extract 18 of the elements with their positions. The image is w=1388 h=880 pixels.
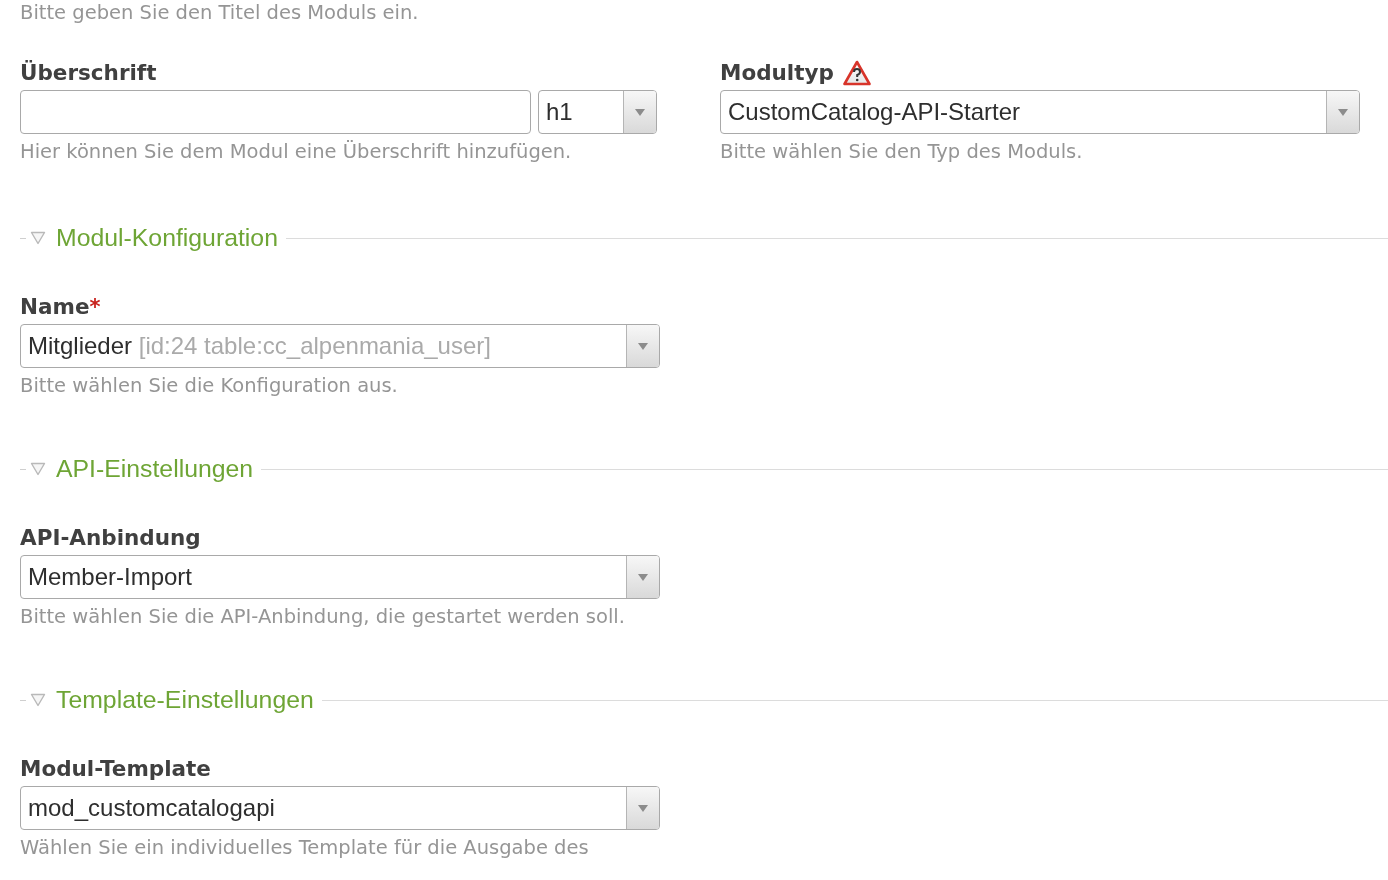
select-field[interactable]: Member-Import	[20, 555, 660, 599]
field-label: Modultyp	[720, 60, 834, 86]
text-input[interactable]	[20, 90, 531, 134]
field-label: Name	[20, 294, 90, 320]
field-label: API-Anbindung	[20, 525, 201, 551]
field-hint: Wählen Sie ein individuelles Template für die Ausgabe des	[20, 837, 589, 859]
field-label: Überschrift	[20, 60, 157, 86]
select-field[interactable]: CustomCatalog-API-Starter	[720, 90, 1360, 134]
field-hint: Bitte wählen Sie die API-Anbindung, die gestartet werden soll.	[20, 606, 625, 628]
select-field[interactable]: Mitglieder [id:24 table:cc_alpenmania_user]	[20, 324, 660, 368]
field-hint: Hier können Sie dem Modul eine Überschrift hinzufügen.	[20, 141, 572, 163]
select-field[interactable]: h1	[538, 90, 657, 134]
field-label: Modul-Template	[20, 756, 211, 782]
field-hint: Bitte wählen Sie die Konfiguration aus.	[20, 375, 398, 397]
required-asterisk: *	[89, 294, 101, 320]
field-hint: Bitte geben Sie den Titel des Moduls ein.	[20, 2, 419, 24]
select-field[interactable]: mod_customcatalogapi	[20, 786, 660, 830]
field-hint: Bitte wählen Sie den Typ des Moduls.	[720, 141, 1083, 163]
